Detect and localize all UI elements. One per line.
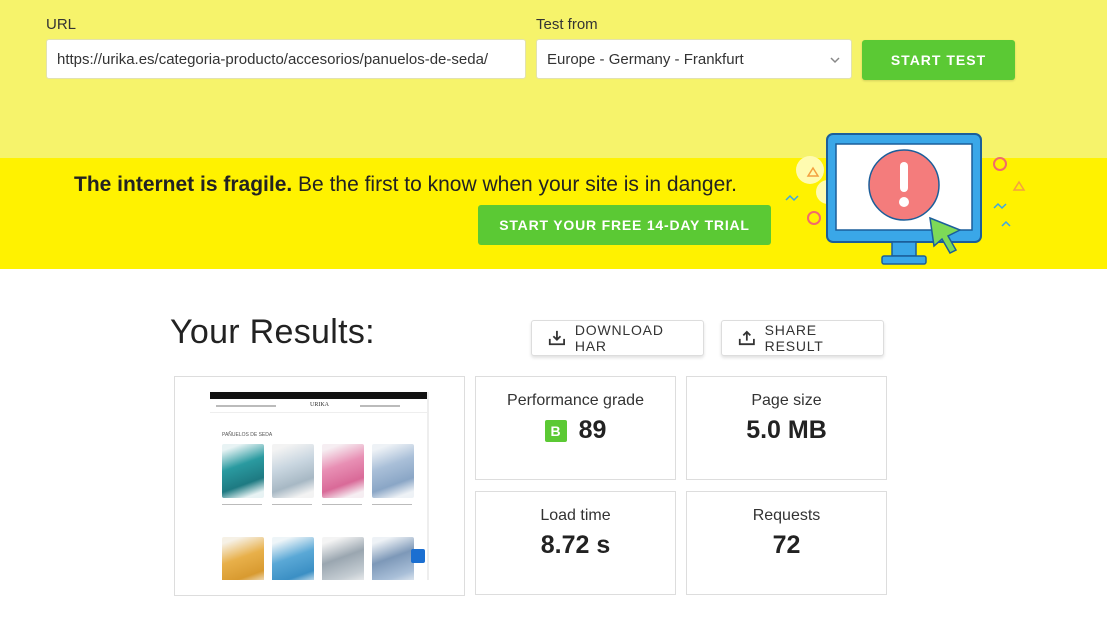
url-input[interactable] [46,39,526,79]
thumbnail-heading: PAÑUELOS DE SEDA [222,432,273,438]
location-select-value: Europe - Germany - Frankfurt [547,50,744,68]
thumbnail-nav: URIKA [210,399,427,413]
share-icon [738,330,755,346]
download-har-label: DOWNLOAD HAR [574,322,664,354]
page-size-card: Page size 5.0 MB [686,376,887,480]
performance-grade-label: Performance grade [507,392,644,409]
performance-grade-value-row: B 89 [476,416,675,445]
performance-grade-card: Performance grade B 89 [475,376,676,480]
requests-label: Requests [752,507,821,524]
start-test-button[interactable]: START TEST [862,40,1015,80]
download-icon [548,330,565,346]
requests-value: 72 [772,531,801,559]
test-from-label: Test from [536,16,598,33]
promo-text: The internet is fragile. Be the first to… [74,173,737,197]
results-title: Your Results: [170,313,375,351]
product-image [322,444,364,498]
thumbnail-top-bar [210,392,427,399]
product-image [222,537,264,580]
product-image [372,444,414,498]
download-har-button[interactable]: DOWNLOAD HAR [531,320,704,356]
share-result-label: SHARE RESULT [764,322,824,354]
promo-rest-text: Be the first to know when your site is i… [292,173,737,196]
performance-grade-value: 89 [578,416,607,444]
product-image [272,537,314,580]
page-size-label: Page size [751,392,822,409]
grade-badge: B [544,419,567,442]
product-image [372,537,414,580]
product-image [222,444,264,498]
page-screenshot-card: URIKA PAÑUELOS DE SEDA [174,376,465,596]
thumbnail-logo: URIKA [310,402,329,408]
product-image [322,537,364,580]
chevron-down-icon [830,57,840,64]
load-time-card: Load time 8.72 s [475,491,676,595]
requests-card: Requests 72 [686,491,887,595]
page-screenshot-thumbnail: URIKA PAÑUELOS DE SEDA [210,392,429,580]
url-label: URL [46,16,77,33]
chat-icon [411,549,425,563]
monitor-alert-icon [785,133,1026,265]
promo-bold-text: The internet is fragile. [74,173,293,196]
load-time-label: Load time [540,507,611,524]
page-size-value: 5.0 MB [746,416,827,444]
share-result-button[interactable]: SHARE RESULT [721,320,884,356]
location-select[interactable]: Europe - Germany - Frankfurt [536,39,852,79]
load-time-value: 8.72 s [540,531,611,559]
product-image [272,444,314,498]
free-trial-button[interactable]: START YOUR FREE 14-DAY TRIAL [478,205,771,245]
